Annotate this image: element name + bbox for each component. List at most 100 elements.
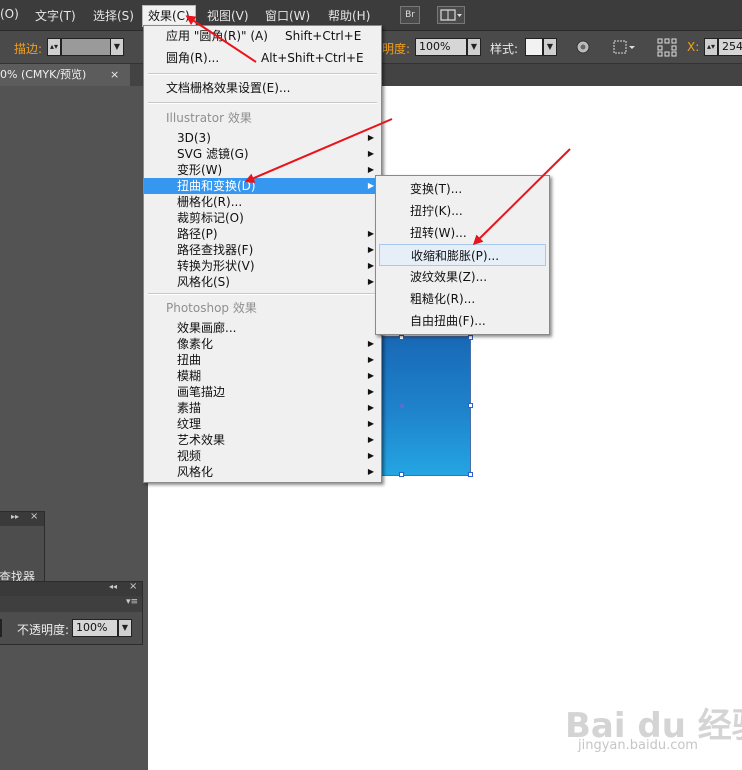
center-point xyxy=(400,404,404,408)
menu-item-pathfinder[interactable]: 路径查找器(F) ▶ xyxy=(144,242,381,258)
menu-item-texture[interactable]: 纹理 ▶ xyxy=(144,416,381,432)
menu-item-blur[interactable]: 模糊 ▶ xyxy=(144,368,381,384)
arrow-right-icon: ▶ xyxy=(367,277,374,286)
blend-mode-field[interactable] xyxy=(0,619,2,637)
collapse-icon[interactable]: ◂◂ xyxy=(109,582,117,591)
menu-item-path[interactable]: 路径(P) ▶ xyxy=(144,226,381,242)
panel-close-icon[interactable]: × xyxy=(30,511,38,522)
arrow-right-icon: ▶ xyxy=(367,467,374,476)
stroke-weight-field[interactable] xyxy=(61,38,111,56)
submenu-item-zigzag[interactable]: 波纹效果(Z)... xyxy=(376,266,549,288)
menu-item-svg-filters[interactable]: SVG 滤镜(G) ▶ xyxy=(144,146,381,162)
close-icon[interactable]: × xyxy=(110,64,119,86)
panel-menu-icon[interactable]: ▾≡ xyxy=(126,597,138,607)
stroke-stepper[interactable]: ▴▾ xyxy=(47,38,61,56)
menu-item-stylize-ps[interactable]: 风格化 ▶ xyxy=(144,464,381,480)
grid-icon[interactable] xyxy=(656,37,678,57)
document-tab-title: 0% (CMYK/预览) xyxy=(0,68,87,81)
menu-type[interactable]: 文字(T) xyxy=(35,7,76,24)
panel-header: ▸▸ × xyxy=(0,511,44,526)
arrow-right-icon: ▶ xyxy=(367,403,374,412)
arrow-right-icon: ▶ xyxy=(367,387,374,396)
opacity-field[interactable]: 100% xyxy=(72,619,118,637)
arrow-right-icon: ▶ xyxy=(367,181,374,190)
stroke-dropdown[interactable]: ▼ xyxy=(110,38,124,56)
submenu-item-roughen[interactable]: 粗糙化(R)... xyxy=(376,288,549,310)
menu-item-crop-marks[interactable]: 裁剪标记(O) xyxy=(144,210,381,226)
menu-item-effect-gallery[interactable]: 效果画廊... xyxy=(144,320,381,336)
submenu-item-free-distort-tweak[interactable]: 扭拧(K)... xyxy=(376,200,549,222)
menu-item-3d[interactable]: 3D(3) ▶ xyxy=(144,130,381,146)
handle-top-right[interactable] xyxy=(468,335,473,340)
arrow-right-icon: ▶ xyxy=(367,261,374,270)
submenu-item-transform[interactable]: 变换(T)... xyxy=(376,178,549,200)
menu-item-convert-to-shape[interactable]: 转换为形状(V) ▶ xyxy=(144,258,381,274)
menu-item-video[interactable]: 视频 ▶ xyxy=(144,448,381,464)
submenu-item-pucker-bloat[interactable]: 收缩和膨胀(P)... xyxy=(379,244,546,266)
menu-separator xyxy=(148,102,377,104)
menu-item-brush-strokes[interactable]: 画笔描边 ▶ xyxy=(144,384,381,400)
menu-item-apply-last[interactable]: 应用 "圆角(R)" (A) Shift+Ctrl+E xyxy=(144,28,381,44)
menu-item-last-effect[interactable]: 圆角(R)... Alt+Shift+Ctrl+E xyxy=(144,50,381,66)
workspace-icon[interactable] xyxy=(437,6,465,24)
style-swatch[interactable] xyxy=(525,38,543,56)
align-icon[interactable] xyxy=(612,38,638,56)
transparency-panel: ◂◂ × ▾≡ 不透明度: 100% ▼ xyxy=(0,581,143,645)
handle-right[interactable] xyxy=(468,403,473,408)
bridge-icon[interactable]: Br xyxy=(400,6,420,24)
menu-select[interactable]: 选择(S) xyxy=(93,7,134,24)
style-dropdown[interactable]: ▼ xyxy=(543,38,557,56)
opacity-field[interactable]: 100% xyxy=(415,38,467,56)
panel-tab-strip: ▾≡ xyxy=(0,596,142,612)
arrow-right-icon: ▶ xyxy=(367,165,374,174)
arrow-right-icon: ▶ xyxy=(367,149,374,158)
handle-bottom-right[interactable] xyxy=(468,472,473,477)
submenu-item-twist[interactable]: 扭转(W)... xyxy=(376,222,549,244)
x-field[interactable]: 254 xyxy=(718,38,742,56)
arrow-right-icon: ▶ xyxy=(367,355,374,364)
panel-header: ◂◂ × xyxy=(0,581,142,596)
menu-item-distort-transform[interactable]: 扭曲和变换(D) ▶ xyxy=(144,178,381,194)
menu-item-stylize-ai[interactable]: 风格化(S) ▶ xyxy=(144,274,381,290)
menu-item-distort[interactable]: 扭曲 ▶ xyxy=(144,352,381,368)
menu-separator xyxy=(148,293,377,295)
stroke-label: 描边: xyxy=(14,42,43,56)
x-label: X: xyxy=(687,40,700,54)
menu-object-partial[interactable]: (O) xyxy=(0,7,19,21)
menu-effect[interactable]: 效果(C) xyxy=(142,5,196,27)
arrow-right-icon: ▶ xyxy=(367,245,374,254)
submenu-item-free-distort[interactable]: 自由扭曲(F)... xyxy=(376,310,549,332)
menu-item-sketch[interactable]: 素描 ▶ xyxy=(144,400,381,416)
menu-help[interactable]: 帮助(H) xyxy=(328,7,370,24)
menu-window[interactable]: 窗口(W) xyxy=(265,7,310,24)
menu-item-artistic[interactable]: 艺术效果 ▶ xyxy=(144,432,381,448)
arrow-right-icon: ▶ xyxy=(367,435,374,444)
menu-view[interactable]: 视图(V) xyxy=(207,7,249,24)
handle-top[interactable] xyxy=(399,335,404,340)
arrow-right-icon: ▶ xyxy=(367,451,374,460)
style-label: 样式: xyxy=(490,42,519,56)
opacity-dropdown[interactable]: ▼ xyxy=(467,38,481,56)
panel-close-icon[interactable]: × xyxy=(129,581,137,592)
illustrator-effects-header: Illustrator 效果 xyxy=(166,111,252,125)
menu-item-document-raster-settings[interactable]: 文档栅格效果设置(E)... xyxy=(144,80,381,96)
effect-menu: 应用 "圆角(R)" (A) Shift+Ctrl+E 圆角(R)... Alt… xyxy=(143,25,382,483)
arrow-right-icon: ▶ xyxy=(367,229,374,238)
arrow-right-icon: ▶ xyxy=(367,339,374,348)
menu-item-rasterize[interactable]: 栅格化(R)... xyxy=(144,194,381,210)
baidu-watermark-url: jingyan.baidu.com xyxy=(578,738,698,753)
menu-item-pixelate[interactable]: 像素化 ▶ xyxy=(144,336,381,352)
arrow-right-icon: ▶ xyxy=(367,419,374,428)
opacity-label: 明度: xyxy=(382,42,411,56)
menu-item-warp[interactable]: 变形(W) ▶ xyxy=(144,162,381,178)
arrow-right-icon: ▶ xyxy=(367,133,374,142)
opacity-label: 不透明度: xyxy=(17,623,70,637)
document-tab[interactable]: 0% (CMYK/预览) × xyxy=(0,64,130,86)
handle-bottom[interactable] xyxy=(399,472,404,477)
collapse-icon[interactable]: ▸▸ xyxy=(11,512,19,521)
x-stepper[interactable]: ▴▾ xyxy=(704,38,718,56)
arrow-right-icon: ▶ xyxy=(367,371,374,380)
recolor-icon[interactable] xyxy=(574,38,592,56)
photoshop-effects-header: Photoshop 效果 xyxy=(166,301,257,315)
opacity-dropdown[interactable]: ▼ xyxy=(118,619,132,637)
